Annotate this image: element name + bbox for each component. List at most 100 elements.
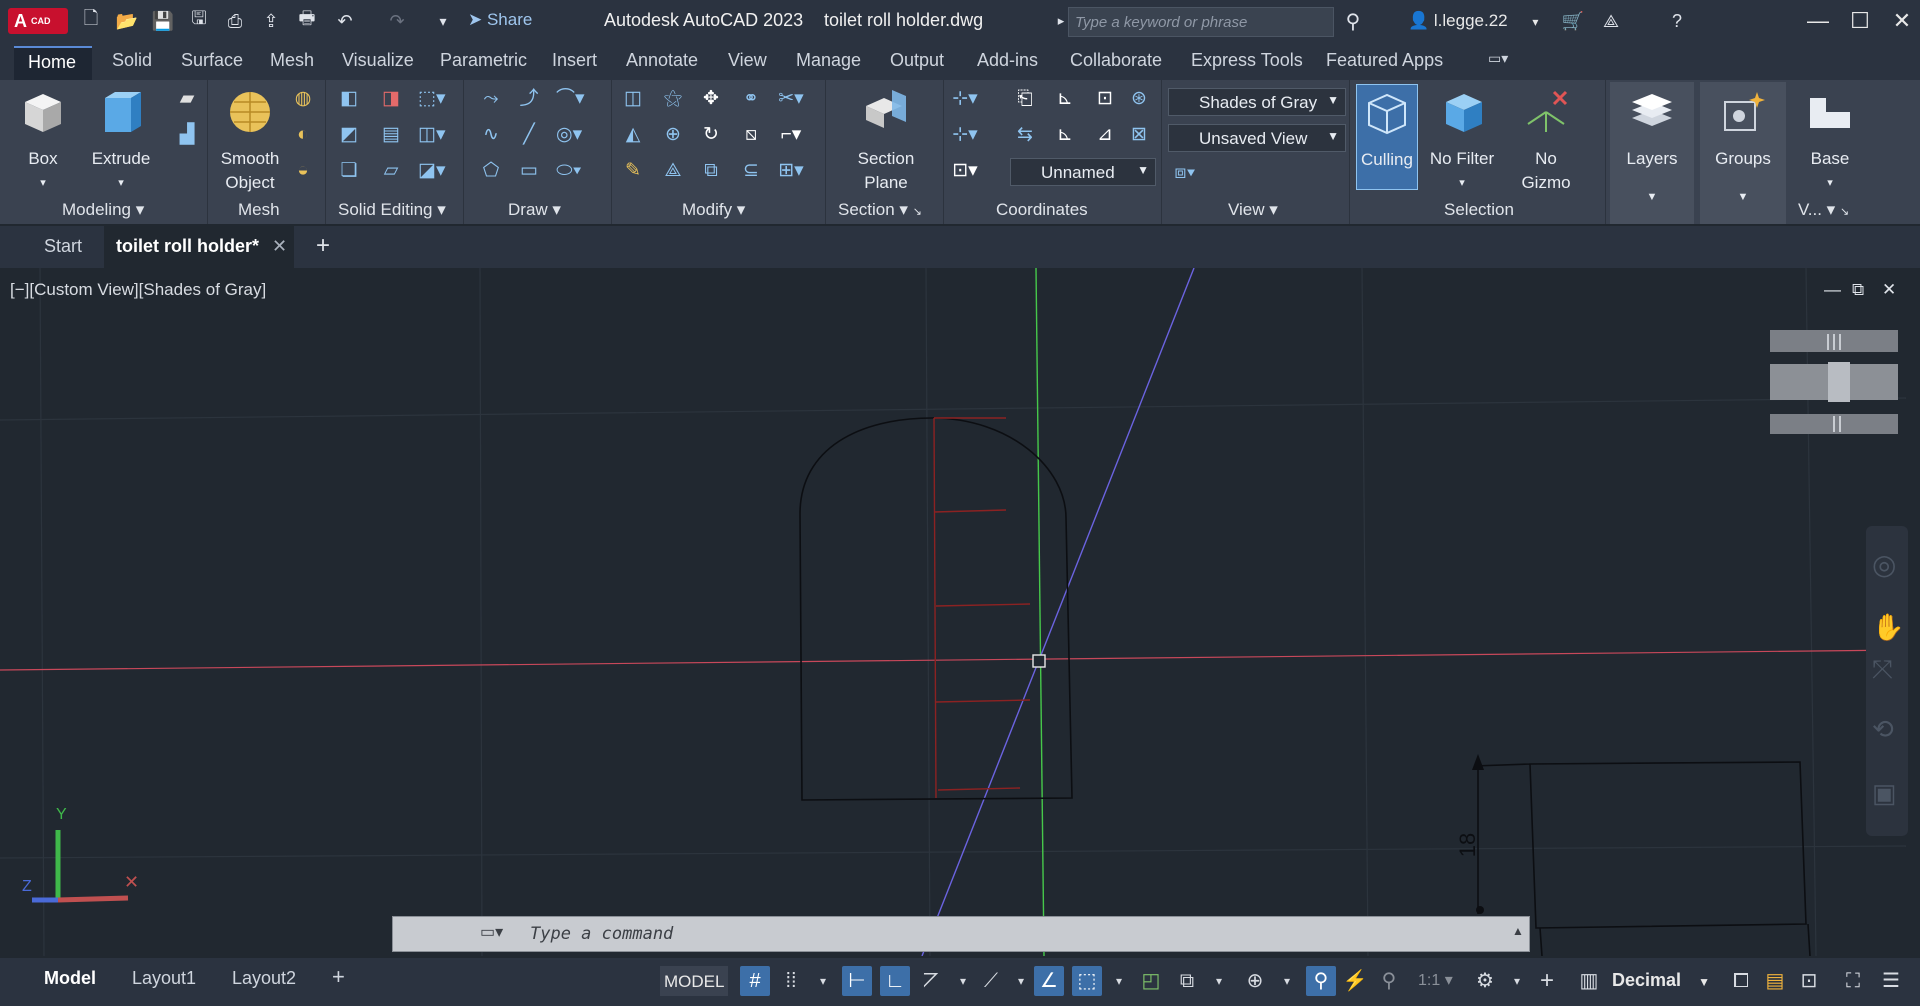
smooth-object-button[interactable]: Smooth Object <box>212 88 288 195</box>
panel-view-short-label[interactable]: V... ▾ ↘ <box>1798 200 1849 220</box>
workspace-gear-icon[interactable]: ⚙ <box>1470 966 1500 996</box>
array-icon[interactable]: ⊞▾ <box>778 158 804 184</box>
ucs-y-icon[interactable]: ⊾ <box>1052 122 1078 148</box>
tab-collaborate[interactable]: Collaborate <box>1070 50 1162 71</box>
slice-icon[interactable]: ▤ <box>378 122 404 148</box>
annotation-monitor-icon[interactable]: + <box>1532 966 1562 996</box>
new-tab-icon[interactable]: + <box>316 232 330 260</box>
model-space-button[interactable]: MODEL <box>660 966 729 996</box>
mesh-smooth-more-icon[interactable]: ◍ <box>290 86 316 112</box>
ucs-dropdown[interactable]: Unnamed ▼ <box>1010 158 1156 186</box>
layout-tab-layout2[interactable]: Layout2 <box>232 968 296 989</box>
base-view-button[interactable]: Base ▾ <box>1792 88 1868 195</box>
clean-screen-icon[interactable]: ⛶ <box>1838 966 1868 996</box>
culling-button[interactable]: Culling <box>1356 84 1418 190</box>
graphics-performance-icon[interactable]: ⊡ <box>1794 966 1824 996</box>
spline-icon[interactable]: ∿ <box>478 122 504 148</box>
tab-mesh[interactable]: Mesh <box>270 50 314 71</box>
ucs-object-icon[interactable]: ⊡▾ <box>952 158 978 184</box>
line-icon[interactable]: ⤳ <box>478 86 504 112</box>
plot-icon[interactable]: 🖶 <box>294 8 320 34</box>
annotation-visibility-icon[interactable]: ⚲ <box>1306 966 1336 996</box>
dynamic-ucs-dropdown-icon[interactable]: ▾ <box>1204 966 1234 996</box>
panel-section-label[interactable]: Section ▾ ↘ <box>838 200 922 220</box>
tab-visualize[interactable]: Visualize <box>342 50 414 71</box>
polygon-icon[interactable]: ⬠ <box>478 158 504 184</box>
tab-add-ins[interactable]: Add-ins <box>977 50 1038 71</box>
new-icon[interactable]: 🗋 <box>78 8 104 34</box>
autodesk-app-icon[interactable]: ⟁ <box>1598 8 1624 34</box>
zoom-extents-icon[interactable]: ⤧ <box>1872 654 1893 686</box>
tab-manage[interactable]: Manage <box>796 50 861 71</box>
infer-constraints-icon[interactable]: ⊢ <box>842 966 872 996</box>
steering-wheel-icon[interactable]: ◎ <box>1872 548 1896 581</box>
ucs-origin-icon[interactable]: ⊹▾ <box>952 122 978 148</box>
box-button[interactable]: Box ▾ <box>10 88 76 195</box>
tab-view[interactable]: View <box>728 50 767 71</box>
panel-draw-label[interactable]: Draw ▾ <box>508 200 561 220</box>
save-icon[interactable]: 💾 <box>150 8 176 34</box>
ucs-3point-icon[interactable]: ⊠ <box>1126 122 1152 148</box>
search-input[interactable]: Type a keyword or phrase <box>1068 7 1334 37</box>
orbit-icon[interactable]: ⟲ <box>1872 714 1894 745</box>
ellipse-icon[interactable]: ⬭▾ <box>556 158 582 184</box>
tab-solid[interactable]: Solid <box>112 50 152 71</box>
tab-insert[interactable]: Insert <box>552 50 597 71</box>
close-icon[interactable]: ✕ <box>1882 4 1920 38</box>
ucs-view-icon[interactable]: ⊡ <box>1092 86 1118 112</box>
rectangle-icon[interactable]: ▭ <box>516 158 542 184</box>
publish-icon[interactable]: ⎙ <box>222 8 248 34</box>
3d-mirror-icon[interactable]: ⟁ <box>660 158 686 184</box>
snap-mode-icon[interactable]: ⁞⁞ <box>776 966 806 996</box>
ucs-named-icon[interactable]: ⊛ <box>1126 86 1152 112</box>
align-icon[interactable]: ◭ <box>620 122 646 148</box>
ortho-mode-icon[interactable]: ∟ <box>880 966 910 996</box>
layout-tab-layout1[interactable]: Layout1 <box>132 968 196 989</box>
help-icon[interactable]: ? <box>1664 8 1690 34</box>
dynamic-ucs-icon[interactable]: ⧉ <box>1172 966 1202 996</box>
stretch-icon[interactable]: ⧅ <box>738 122 764 148</box>
fillet-icon[interactable]: ⌐▾ <box>778 122 804 148</box>
interfere-icon[interactable]: ❏ <box>336 158 362 184</box>
tab-home[interactable]: Home <box>14 46 92 80</box>
snap-dropdown-icon[interactable]: ▾ <box>808 966 838 996</box>
customization-menu-icon[interactable]: ☰ <box>1876 966 1906 996</box>
showmotion-icon[interactable]: ▣ <box>1872 778 1897 809</box>
line-tool-icon[interactable]: ╱ <box>516 122 542 148</box>
panel-mesh-label[interactable]: Mesh <box>238 200 280 220</box>
annotation-scale-icon[interactable]: ⚲ <box>1374 966 1404 996</box>
polysolid-icon[interactable]: ▟ <box>174 122 200 148</box>
ribbon-options-icon[interactable]: ▭▾ <box>1488 50 1508 67</box>
ucs-z-icon[interactable]: ⊿ <box>1092 122 1118 148</box>
panel-solid-editing-label[interactable]: Solid Editing ▾ <box>338 200 446 220</box>
visual-style-dropdown[interactable]: Shades of Gray ▼ <box>1168 88 1346 116</box>
object-snap-icon[interactable]: ⬚ <box>1072 966 1102 996</box>
mirror-icon[interactable]: ◫ <box>620 86 646 112</box>
object-snap-dropdown-icon[interactable]: ▾ <box>1104 966 1134 996</box>
mesh-smooth-less-icon[interactable]: ◐ <box>290 122 316 148</box>
no-gizmo-button[interactable]: No Gizmo <box>1508 88 1584 195</box>
viewport-config-icon[interactable]: ⧈▾ <box>1172 160 1198 186</box>
3d-object-snap-icon[interactable]: ◰ <box>1136 966 1166 996</box>
maximize-icon[interactable]: ☐ <box>1840 4 1880 38</box>
panel-coordinates-label[interactable]: Coordinates <box>996 200 1088 220</box>
extrude-button[interactable]: Extrude ▾ <box>84 88 158 195</box>
ucs-previous-icon[interactable]: ⇆ <box>1012 122 1038 148</box>
presspull-icon[interactable]: ▰ <box>174 86 200 112</box>
move-icon[interactable]: ✥ <box>698 86 724 112</box>
auto-scale-icon[interactable]: ⚡ <box>1340 966 1370 996</box>
erase-icon[interactable]: ✎ <box>620 158 646 184</box>
annotation-scale-value[interactable]: 1:1 ▾ <box>1418 970 1453 990</box>
filter-selection-icon[interactable]: ⊕ <box>1240 966 1270 996</box>
save-as-icon[interactable]: 🖫 <box>186 8 212 34</box>
ucs-world-icon[interactable]: ⎗ <box>1012 86 1038 112</box>
tab-annotate[interactable]: Annotate <box>626 50 698 71</box>
command-history-icon[interactable]: ▲ <box>1512 924 1524 938</box>
search-icon[interactable]: ⚲ <box>1340 8 1366 34</box>
polar-tracking-icon[interactable]: ⦢ <box>916 966 946 996</box>
file-tab-active[interactable]: toilet roll holder* ✕ <box>104 226 294 268</box>
viewport-controls-label[interactable]: [−][Custom View][Shades of Gray] <box>10 280 266 300</box>
filter-dropdown-icon[interactable]: ▾ <box>1272 966 1302 996</box>
tab-featured-apps[interactable]: Featured Apps <box>1326 50 1443 71</box>
polyline-icon[interactable]: ⤴ <box>516 86 542 112</box>
